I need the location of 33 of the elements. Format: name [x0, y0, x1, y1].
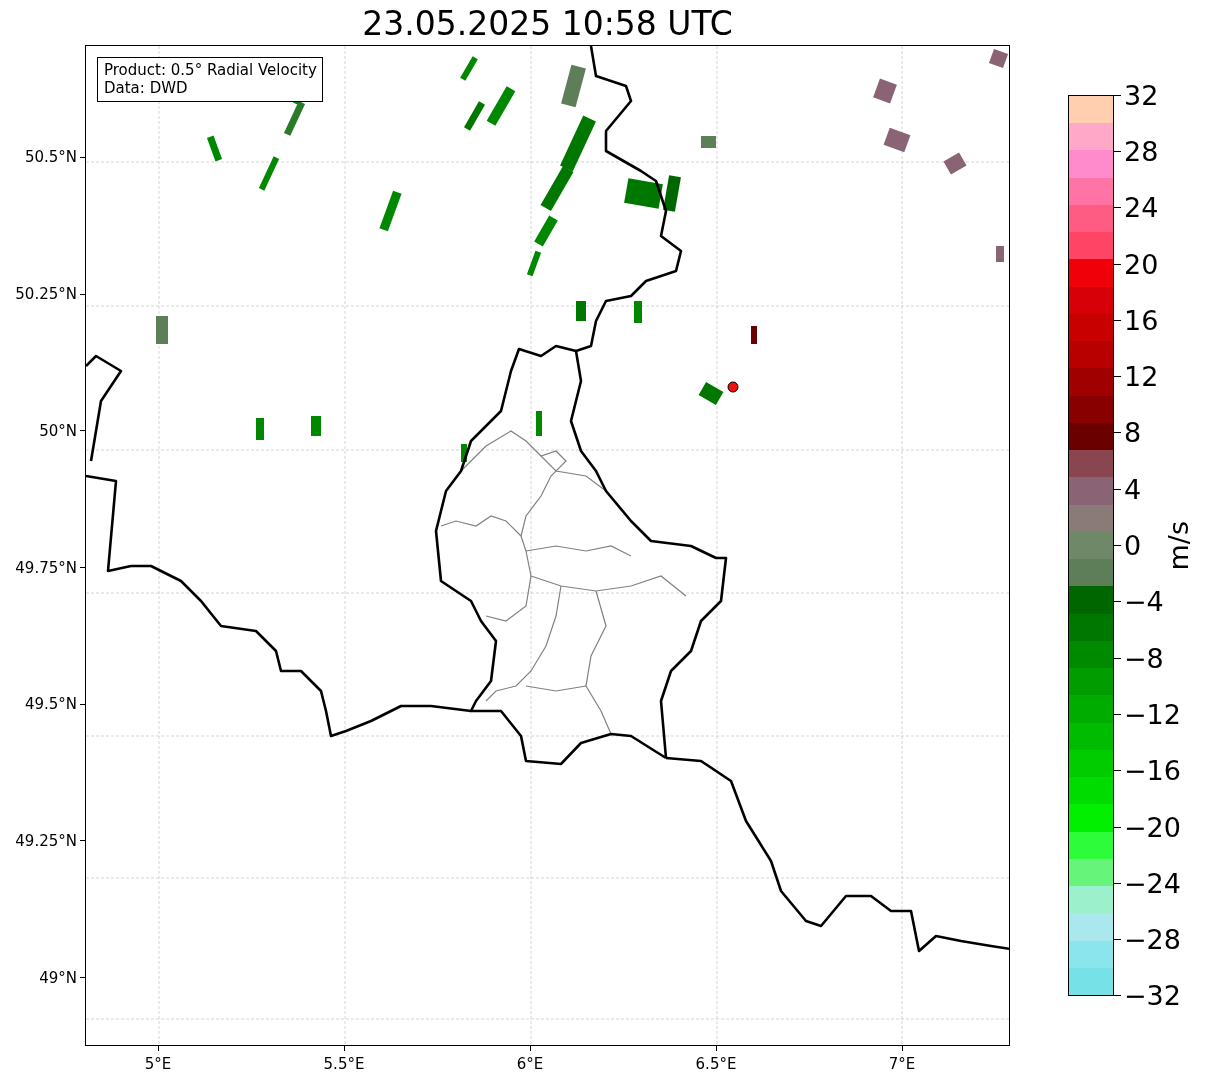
axis-tick-label: 7°E [888, 1055, 916, 1073]
colorbar-tick-label: 24 [1124, 192, 1159, 224]
colorbar-tick-label: 20 [1124, 248, 1159, 280]
axis-tick-label: 5.5°E [323, 1055, 365, 1073]
colorbar-tick-label: 12 [1124, 361, 1159, 393]
colorbar-tick-label: 0 [1124, 530, 1142, 561]
axis-tick-label: 6.5°E [695, 1055, 737, 1073]
colorbar-tick-label: −12 [1124, 698, 1181, 730]
axis-tick-label: 50°N [39, 421, 77, 440]
axis-tick-label: 49°N [39, 968, 77, 987]
legend-text: Product: 0.5° Radial Velocity [104, 61, 317, 79]
axis-tick-label: 49.5°N [24, 695, 77, 714]
colorbar-tick-label: 32 [1124, 79, 1159, 111]
colorbar-tick-label: 8 [1124, 417, 1142, 449]
colorbar-tick-label: 4 [1124, 473, 1142, 505]
colorbar-tick-label: −20 [1124, 811, 1181, 843]
axis-tick-label: 49.25°N [15, 831, 77, 850]
axis-tick-label: 50.5°N [24, 148, 77, 167]
chart-title: 23.05.2025 10:58 UTC [362, 7, 733, 40]
axis-tick-label: 49.75°N [15, 558, 77, 577]
axis-tick-label: 6°E [516, 1055, 544, 1073]
axis-tick-label: 50.25°N [15, 285, 77, 304]
colorbar-tick-label: −8 [1124, 642, 1164, 674]
colorbar-label: m/s [1163, 520, 1194, 571]
legend-text: Data: DWD [104, 79, 189, 97]
colorbar-tick-label: −24 [1124, 867, 1181, 899]
axis-tick-label: 5°E [144, 1055, 172, 1073]
colorbar-tick-label: 28 [1124, 135, 1159, 167]
colorbar-tick-label: −16 [1124, 755, 1181, 787]
colorbar-tick-label: 16 [1124, 304, 1159, 336]
colorbar-tick-label: −32 [1124, 980, 1181, 1012]
colorbar-tick-label: −4 [1124, 586, 1164, 618]
colorbar-tick-label: −28 [1124, 924, 1181, 956]
